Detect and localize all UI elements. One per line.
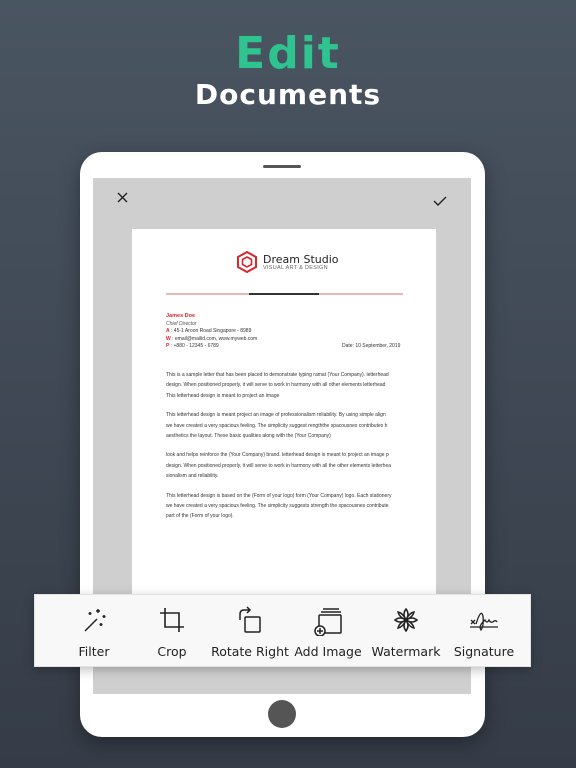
letter-body: This is a sample letter that has been pl… xyxy=(166,370,406,531)
brand-name: Dream Studio xyxy=(263,252,339,266)
close-icon[interactable] xyxy=(117,192,128,203)
text-line: This letterhead design is meant project … xyxy=(166,412,386,419)
hero-title: Edit xyxy=(235,28,341,79)
hexagon-logo-icon xyxy=(237,251,257,273)
address-label: A xyxy=(166,328,170,335)
add-image-icon xyxy=(314,608,342,636)
brand-tagline: VISUAL ART & DESIGN xyxy=(263,264,328,271)
crop-label: Crop xyxy=(157,644,187,659)
phone-label: P xyxy=(166,343,170,350)
rotate-right-button[interactable]: Rotate Right xyxy=(211,595,289,668)
text-line: design. When positioned properly, it wil… xyxy=(166,462,392,469)
letter-date: Date: 10 September, 2019 xyxy=(342,343,401,349)
text-line: This letterhead design is meant to proje… xyxy=(166,392,280,399)
filter-label: Filter xyxy=(78,644,110,659)
sender-web: : email@mailid.com, www.myweb.com xyxy=(172,335,258,342)
sender-role: Chief Director xyxy=(166,320,197,327)
filter-button[interactable]: Filter xyxy=(55,595,133,668)
rotate-right-label: Rotate Right xyxy=(211,644,289,659)
text-line: part of the (Form of your logo). xyxy=(166,513,234,520)
text-line: This letterhead design is based on the (… xyxy=(166,492,392,499)
header-rule-accent xyxy=(249,293,319,295)
edit-toolbar: Filter Crop Rotate Right Add Image Water… xyxy=(34,594,531,667)
signature-button[interactable]: Signature xyxy=(445,595,523,668)
crop-icon xyxy=(160,608,184,632)
watermark-label: Watermark xyxy=(371,644,441,659)
home-button[interactable] xyxy=(268,700,296,728)
text-line: we have created a very spacious feeling.… xyxy=(166,503,389,510)
hero-subtitle: Documents xyxy=(194,78,382,111)
document-page[interactable]: Dream Studio VISUAL ART & DESIGN James D… xyxy=(132,229,436,639)
sender-name: James Doe xyxy=(166,313,196,319)
text-line: design. When positioned properly, it wil… xyxy=(166,382,386,389)
brand-logo: Dream Studio VISUAL ART & DESIGN xyxy=(236,251,339,273)
text-line: aesthetics the layout. These basic quali… xyxy=(166,433,331,440)
paragraph: This is a sample letter that has been pl… xyxy=(166,370,406,401)
paragraph: This letterhead design is meant project … xyxy=(166,410,406,441)
text-line: This is a sample letter that has been pl… xyxy=(166,372,389,378)
tablet-speaker xyxy=(263,165,301,168)
add-image-button[interactable]: Add Image xyxy=(289,595,367,668)
text-line: we have created a very spacious feeling.… xyxy=(166,422,388,429)
sender-address: : 45-1 Aroon Road Singapore - 8989 xyxy=(171,328,252,335)
paragraph: look and helps reinforce the (Your Compa… xyxy=(166,450,406,481)
rotate-right-icon xyxy=(239,606,261,633)
add-image-label: Add Image xyxy=(294,644,362,659)
watermark-button[interactable]: Watermark xyxy=(367,595,445,668)
signature-icon xyxy=(470,612,498,632)
watermark-icon xyxy=(393,607,419,633)
sender-phone: : +880 - 12345 - 6789 xyxy=(170,343,219,350)
checkmark-icon[interactable] xyxy=(433,196,447,206)
paragraph: This letterhead design is based on the (… xyxy=(166,491,406,522)
web-label: W xyxy=(166,335,171,342)
magic-wand-icon xyxy=(84,609,106,632)
sender-block: James Doe Chief Director A : 45-1 Aroon … xyxy=(166,313,257,351)
crop-button[interactable]: Crop xyxy=(133,595,211,668)
signature-label: Signature xyxy=(453,644,515,659)
text-line: look and helps reinforce the (Your Compa… xyxy=(166,452,389,459)
text-line: sionalism and reliability. xyxy=(166,473,219,480)
